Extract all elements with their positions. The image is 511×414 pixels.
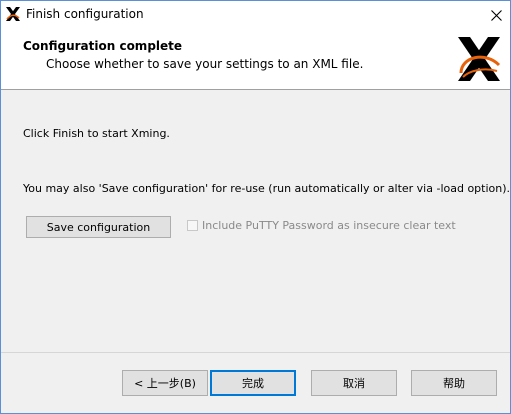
help-button[interactable]: 帮助 (411, 370, 497, 396)
save-hint-text: You may also 'Save configuration' for re… (23, 182, 511, 195)
wizard-header: Configuration complete Choose whether to… (1, 29, 510, 90)
cancel-button[interactable]: 取消 (311, 370, 397, 396)
window-title: Finish configuration (26, 7, 144, 21)
include-putty-password-label: Include PuTTY Password as insecure clear… (202, 219, 456, 232)
close-button[interactable] (482, 1, 510, 29)
xming-logo-icon (458, 37, 501, 81)
close-icon (490, 9, 502, 21)
header-title: Configuration complete (23, 39, 183, 53)
wizard-body: Click Finish to start Xming. You may als… (1, 90, 510, 352)
header-subtitle: Choose whether to save your settings to … (46, 57, 364, 71)
finish-configuration-dialog: Finish configuration Configuration compl… (0, 0, 511, 414)
finish-button[interactable]: 完成 (210, 370, 296, 396)
title-bar[interactable]: Finish configuration (1, 1, 510, 29)
include-putty-password-checkbox[interactable] (187, 220, 198, 231)
back-button[interactable]: < 上一步(B) (122, 370, 208, 396)
include-putty-password-option[interactable]: Include PuTTY Password as insecure clear… (187, 219, 456, 232)
start-instruction-text: Click Finish to start Xming. (23, 127, 170, 140)
save-configuration-button[interactable]: Save configuration (26, 216, 171, 238)
xming-app-icon (6, 7, 20, 21)
wizard-footer: < 上一步(B) 完成 取消 帮助 (1, 353, 510, 413)
